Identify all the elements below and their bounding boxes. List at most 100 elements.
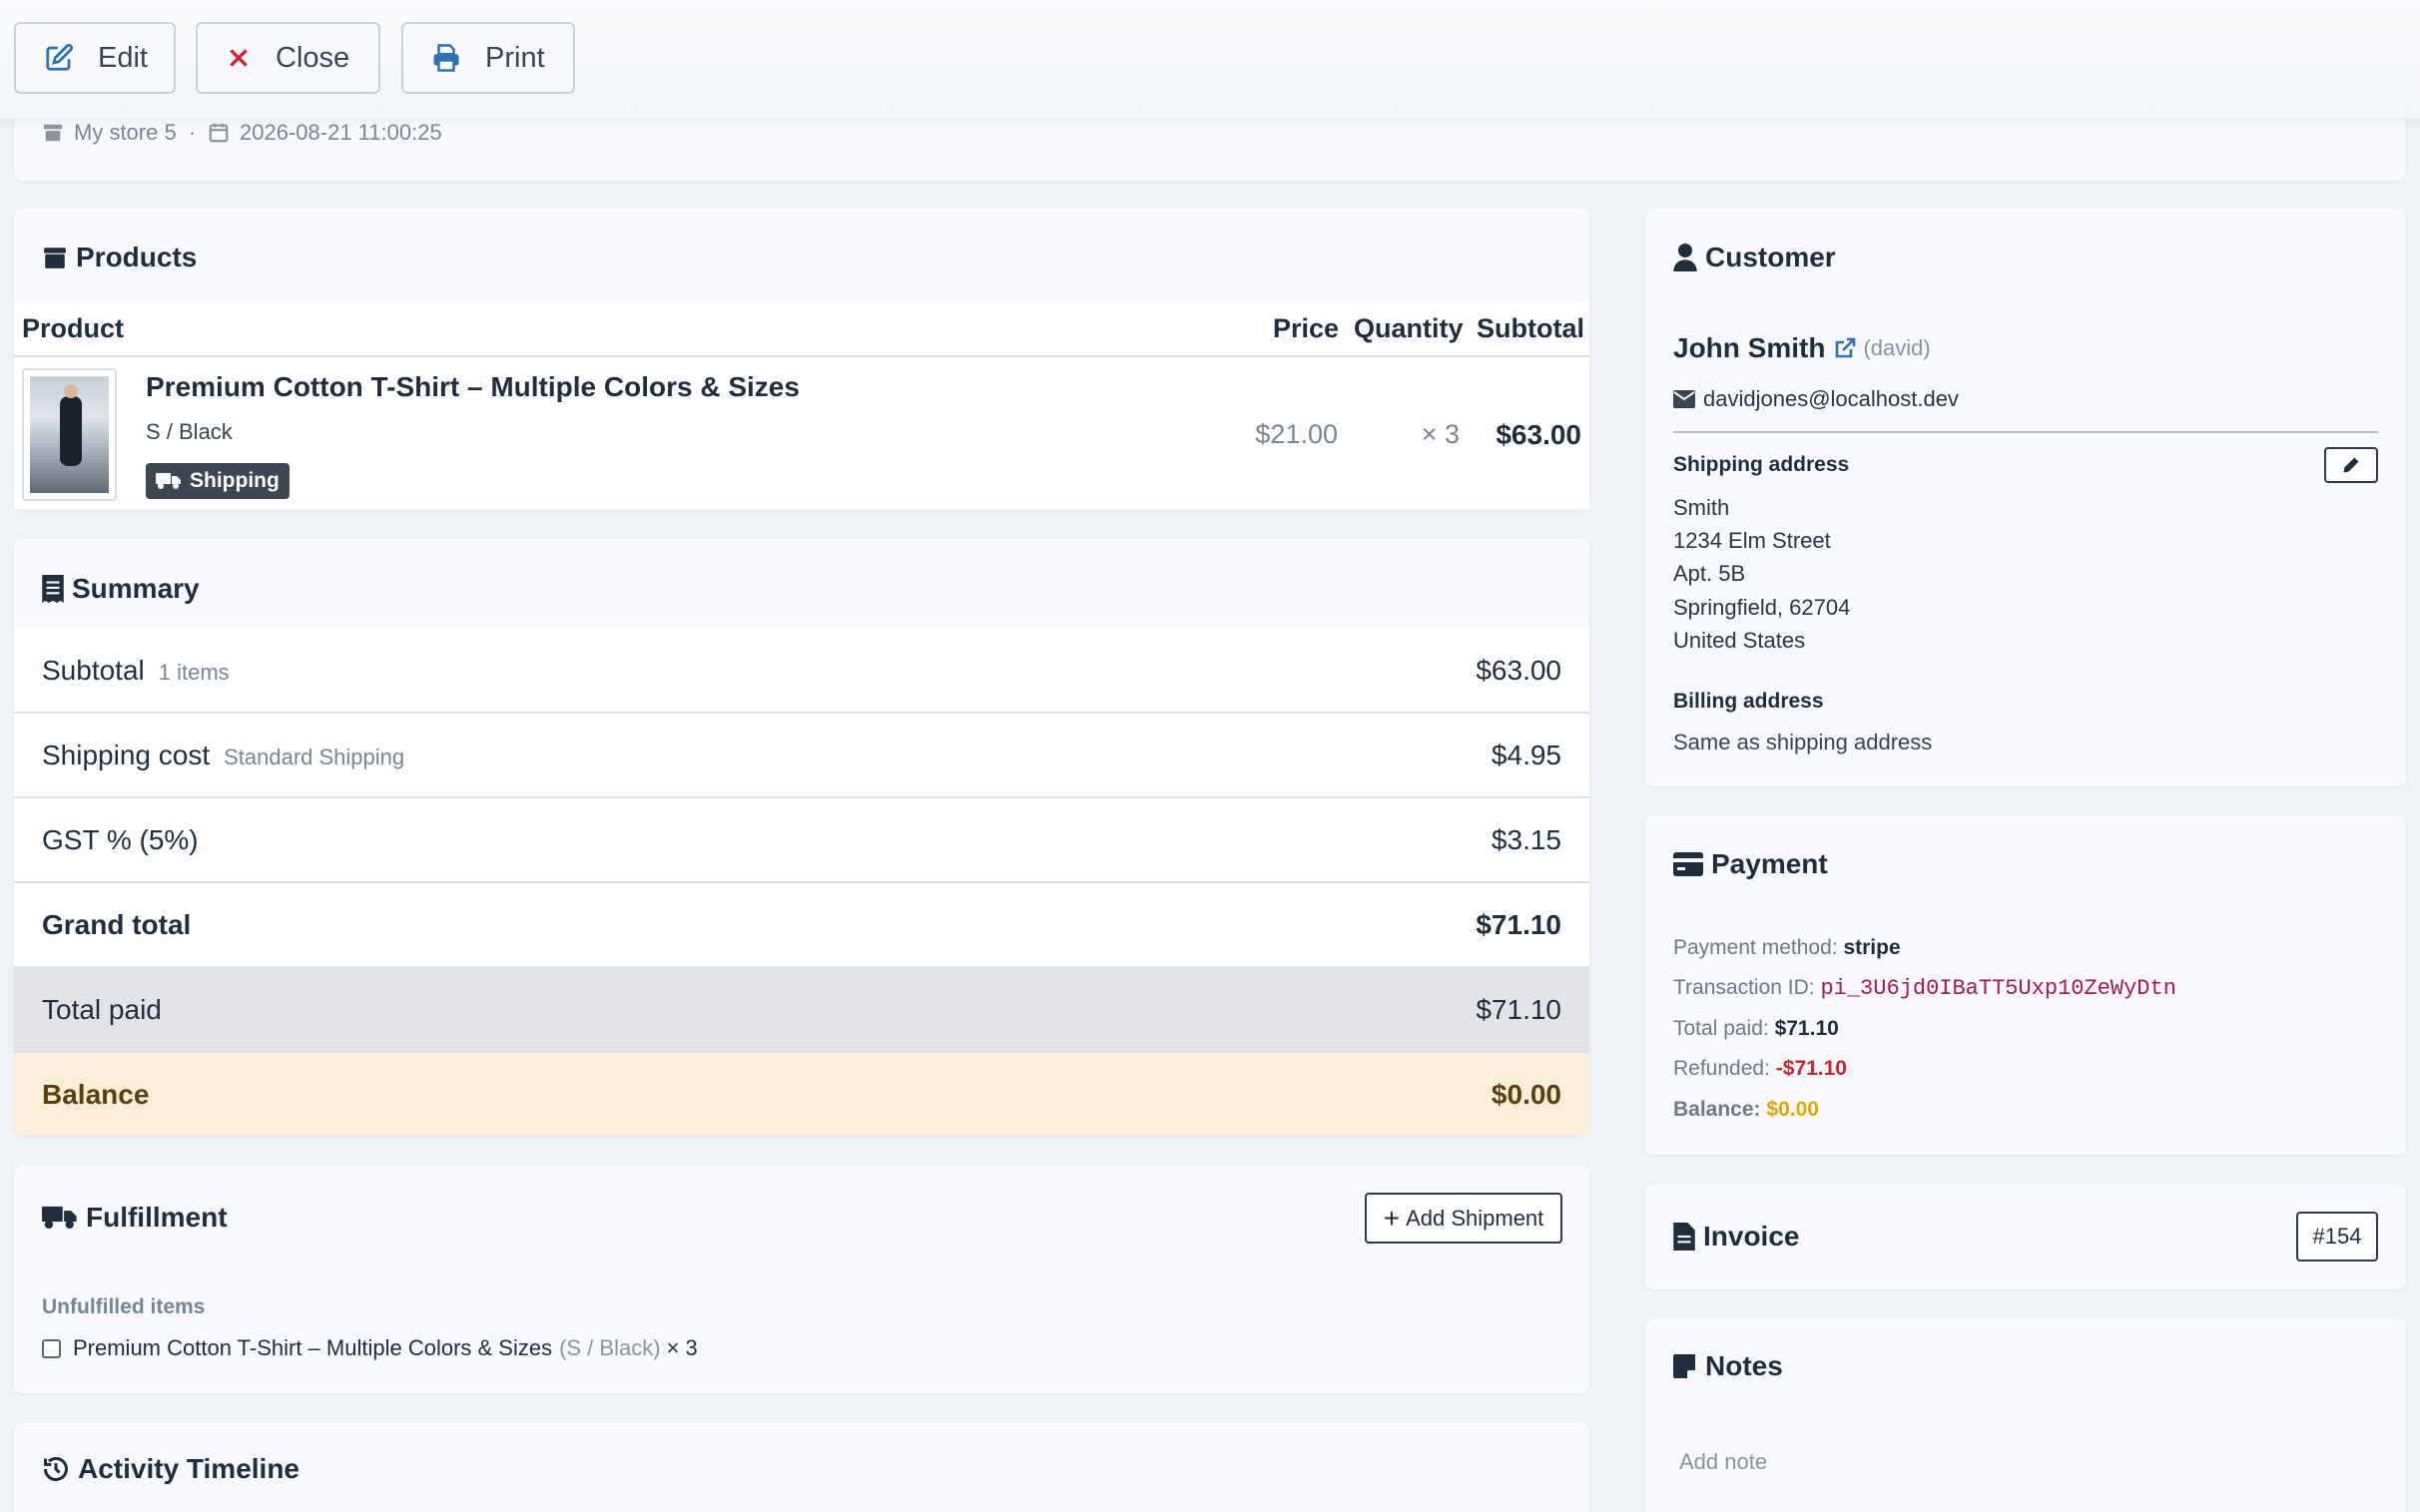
shipping-value: $4.95	[1491, 739, 1561, 770]
toolbar: Edit Close Print	[0, 0, 2420, 118]
close-button-label: Close	[276, 41, 350, 74]
subtotal-label: Subtotal	[42, 654, 145, 686]
total-paid-label: Total paid	[42, 993, 162, 1025]
store-name: My store 5	[74, 120, 177, 145]
customer-email: davidjones@localhost.dev	[1703, 386, 1959, 411]
meta-separator: ·	[188, 120, 197, 145]
customer-email-row: davidjones@localhost.dev	[1673, 386, 1959, 412]
summary-paid-row: Total paid $71.10	[14, 968, 1589, 1053]
product-variant: S / Black	[146, 419, 233, 444]
total-paid-value: $71.10	[1476, 993, 1561, 1025]
payment-balance-label: Balance:	[1673, 1098, 1761, 1121]
add-shipment-button[interactable]: + Add Shipment	[1365, 1193, 1562, 1244]
external-link-icon[interactable]	[1833, 336, 1857, 360]
product-quantity: × 3	[1421, 419, 1460, 449]
payment-title-text: Payment	[1711, 848, 1828, 879]
order-datetime: 2026-08-21 11:00:25	[240, 120, 442, 145]
store-icon	[43, 124, 63, 142]
invoice-title: Invoice	[1673, 1221, 1799, 1253]
address-line: Springfield, 62704	[1673, 595, 1851, 620]
unfulfilled-label: Unfulfilled items	[42, 1295, 206, 1318]
product-thumbnail[interactable]	[22, 368, 117, 501]
history-icon	[43, 1457, 68, 1481]
invoice-number-button[interactable]: #154	[2296, 1212, 2378, 1261]
shipping-address-label: Shipping address	[1673, 453, 1850, 476]
balance-label: Balance	[42, 1078, 150, 1110]
edit-address-button[interactable]	[2324, 447, 2378, 483]
pencil-icon	[2343, 457, 2359, 473]
payment-method-value: stripe	[1843, 936, 1901, 959]
unfulfilled-item-checkbox[interactable]	[42, 1338, 61, 1358]
subtotal-value: $63.00	[1476, 654, 1561, 686]
fulfillment-title: Fulfillment	[42, 1202, 228, 1234]
payment-refunded: Refunded: -$71.10	[1673, 1057, 1847, 1081]
customer-username: (david)	[1863, 335, 1931, 360]
products-title: Products	[42, 242, 197, 273]
summary-title-text: Summary	[72, 573, 200, 604]
payment-title: Payment	[1673, 848, 1828, 880]
tax-value: $3.15	[1491, 823, 1561, 855]
products-title-text: Products	[76, 242, 198, 272]
unfulfilled-item: Premium Cotton T-Shirt – Multiple Colors…	[42, 1335, 698, 1361]
address-line: Smith	[1673, 495, 1730, 520]
plus-icon: +	[1383, 1202, 1401, 1234]
envelope-icon	[1673, 390, 1695, 408]
close-button[interactable]: Close	[196, 22, 380, 94]
payment-refunded-value: -$71.10	[1775, 1057, 1847, 1080]
tax-label: GST % (5%)	[42, 823, 199, 855]
table-row: Premium Cotton T-Shirt – Multiple Colors…	[14, 357, 1589, 509]
summary-tax-row: GST % (5%) $3.15	[14, 798, 1589, 883]
invoice-title-text: Invoice	[1703, 1221, 1800, 1252]
payment-paid-value: $71.10	[1774, 1017, 1839, 1040]
shipping-note: Standard Shipping	[224, 744, 405, 769]
payment-paid-label: Total paid:	[1673, 1017, 1769, 1040]
add-shipment-label: Add Shipment	[1406, 1205, 1544, 1231]
grand-total-label: Grand total	[42, 908, 192, 940]
user-icon	[1673, 244, 1697, 271]
payment-method: Payment method: stripe	[1673, 936, 1901, 960]
payment-total-paid: Total paid: $71.10	[1673, 1017, 1839, 1041]
product-image	[30, 376, 109, 493]
transaction-id-value: pi_3U6jd0IBaTT5Uxp10ZeWyDtn	[1820, 976, 2176, 1001]
payment-refunded-label: Refunded:	[1673, 1057, 1770, 1080]
product-price: $21.00	[1255, 419, 1338, 449]
billing-address-value: Same as shipping address	[1673, 730, 1933, 755]
subtotal-note: 1 items	[158, 659, 230, 685]
transaction-id-label: Transaction ID:	[1673, 976, 1815, 999]
truck-icon	[156, 473, 181, 489]
edit-button[interactable]: Edit	[14, 22, 176, 94]
summary-subtotal-row: Subtotal 1 items $63.00	[14, 629, 1589, 714]
customer-title-text: Customer	[1705, 242, 1836, 272]
payment-balance: Balance: $0.00	[1673, 1098, 1819, 1122]
payment-balance-value: $0.00	[1766, 1098, 1819, 1121]
receipt-icon	[42, 575, 64, 603]
credit-card-icon	[1673, 852, 1703, 876]
customer-title: Customer	[1673, 242, 1836, 273]
customer-divider	[1673, 431, 2378, 433]
address-line: 1234 Elm Street	[1673, 528, 1831, 553]
customer-name[interactable]: John Smith	[1673, 332, 1825, 364]
print-icon	[433, 44, 459, 72]
customer-name-row: John Smith (david)	[1673, 332, 1931, 364]
sticky-note-icon	[1673, 1354, 1697, 1378]
invoice-number: #154	[2312, 1224, 2362, 1249]
summary-balance-row: Balance $0.00	[14, 1053, 1589, 1136]
balance-value: $0.00	[1491, 1078, 1561, 1110]
fulfillment-title-text: Fulfillment	[86, 1202, 228, 1233]
print-button[interactable]: Print	[401, 22, 575, 94]
notes-title-text: Notes	[1705, 1350, 1783, 1381]
shipping-label: Shipping cost	[42, 739, 211, 770]
col-product: Product	[22, 313, 125, 343]
unfulfilled-item-variant: (S / Black)	[559, 1335, 661, 1360]
products-table-header: Product Price Quantity Subtotal	[14, 301, 1589, 357]
notes-title: Notes	[1673, 1350, 1783, 1382]
col-price: Price	[1273, 313, 1340, 343]
calendar-icon	[209, 123, 229, 143]
product-name[interactable]: Premium Cotton T-Shirt – Multiple Colors…	[146, 371, 800, 403]
col-subtotal: Subtotal	[1477, 313, 1584, 343]
truck-icon	[42, 1206, 77, 1230]
add-note-input[interactable]: Add note	[1673, 1437, 2378, 1487]
unfulfilled-item-name: Premium Cotton T-Shirt – Multiple Colors…	[73, 1335, 553, 1360]
grand-total-value: $71.10	[1476, 908, 1561, 940]
summary-shipping-row: Shipping cost Standard Shipping $4.95	[14, 714, 1589, 798]
